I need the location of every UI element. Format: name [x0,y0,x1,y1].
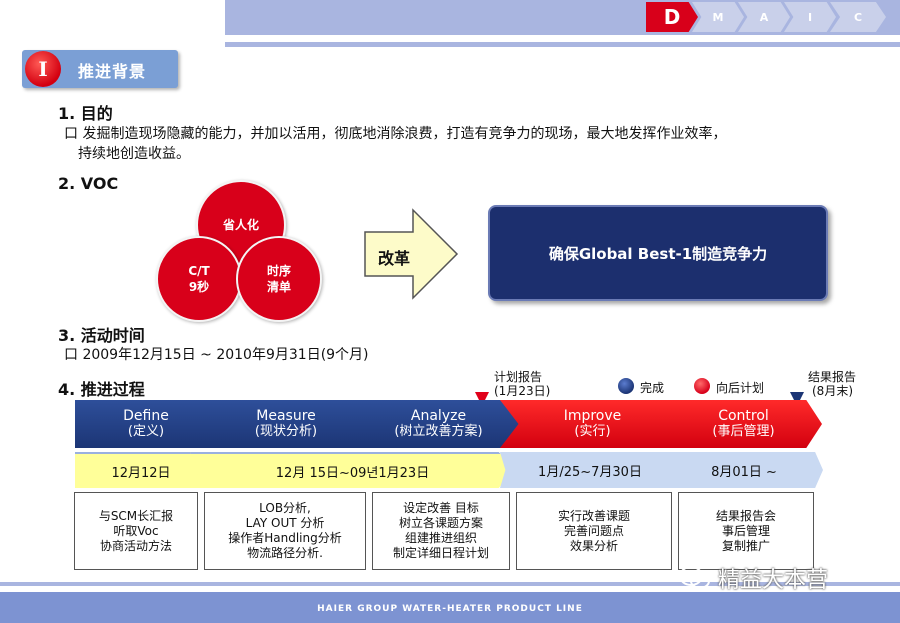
watermark: 精益大本营 [678,562,828,594]
voc-heading: 2. VOC [58,174,119,193]
milestone-result-date: (8月末) [812,384,853,398]
phase-improve: Improve (实行) [500,400,685,448]
phase-improve-en: Improve [563,408,622,424]
phase-measure-cn: (现状分析) [254,424,318,439]
legend-done-label: 完成 [640,381,665,395]
wechat-icon [679,566,710,589]
activity-item: 组建推进组织 [404,531,477,545]
activity-analyze: 设定改善 目标 树立各课题方案 组建推进组织 制定详细日程计划 [372,492,510,570]
voc-circle-ct-value: 9秒 [188,280,210,294]
phase-analyze-cn: (树立改善方案) [394,424,483,439]
date-control: 8月01日 ~ [665,452,823,488]
activity-item: 设定改善 目标 [403,501,479,515]
activity-item: 效果分析 [569,538,618,553]
dmaic-step-d: D [646,2,698,32]
purpose-line-2: 持续地创造收益。 [78,146,190,162]
milestone-result-title: 结果报告 [808,370,857,384]
milestone-plan-label: 计划报告 (1月23日) [494,370,550,398]
voc-circle-manpower-label: 省人化 [222,218,259,232]
legend-planned-dot [694,378,710,394]
activity-item: 与SCM长汇报 [98,508,174,523]
activity-item: 结果报告会 [715,508,776,523]
phase-define-cn: (定义) [127,424,165,439]
activity-item: 复制推广 [721,538,770,553]
milestone-result-label: 结果报告 (8月末) [808,370,856,398]
goal-box: 确保Global Best-1制造竞争力 [488,205,828,301]
date-define: 12月12日 [75,452,207,488]
phase-control: Control (事后管理) [665,400,822,448]
activity-item: 完善问题点 [563,523,624,538]
footer-text: HAIER GROUP WATER-HEATER PRODUCT LINE [317,604,583,614]
date-measure-analyze: 12月 15日~09년1月23日 [190,452,515,488]
phase-control-en: Control [718,408,769,424]
activity-item: 操作者Handling分析 [228,531,342,545]
section-number: I [25,51,61,87]
activity-item: LOB分析, [259,501,311,515]
activity-item: 物流路径分析. [247,546,323,560]
voc-circle-seq-line1: 时序 [266,264,291,278]
dmaic-step-c: C [830,2,886,32]
header-divider [225,42,900,47]
activity-item: 实行改善课题 [557,508,630,523]
voc-circle-sequence: 时序 清单 [236,236,322,322]
activity-item: 协商活动方法 [99,538,172,553]
activity-measure: LOB分析, LAY OUT 分析 操作者Handling分析 物流路径分析. [204,492,366,570]
legend-planned-label: 向后计划 [716,381,765,395]
dmaic-step-i: I [784,2,836,32]
phase-define: Define (定义) [75,400,217,448]
phase-control-cn: (事后管理) [712,424,775,439]
activity-control: 结果报告会 事后管理 复制推广 [678,492,814,570]
phase-define-en: Define [123,408,169,424]
voc-circle-ct-label: C/T [188,264,210,278]
date-improve: 1月/25~7月30日 [500,452,680,488]
legend-done-dot [618,378,634,394]
activity-item: LAY OUT 分析 [245,516,325,530]
schedule-heading: 3. 活动时间 [58,326,145,345]
watermark-text: 精益大本营 [718,568,829,593]
voc-circle-seq-line2: 清单 [266,280,291,294]
activity-item: 制定详细日程计划 [392,546,489,560]
section-title: 推进背景 [78,62,147,81]
dmaic-progress: D M A I C [646,2,890,32]
milestone-plan-title: 计划报告 [494,370,543,384]
dmaic-step-m: M [692,2,744,32]
process-heading: 4. 推进过程 [58,380,145,399]
activity-item: 树立各课题方案 [398,516,483,530]
phase-analyze: Analyze (树立改善方案) [356,400,521,448]
milestone-plan-date: (1月23日) [494,384,551,398]
activity-define: 与SCM长汇报 听取Voc 协商活动方法 [74,492,198,570]
phase-improve-cn: (实行) [574,424,611,439]
activity-item: 听取Voc [113,523,159,538]
voc-circle-cycle-time: C/T 9秒 [156,236,242,322]
purpose-line-1: 口 发掘制造现场隐藏的能力，并加以活用，彻底地消除浪费，打造有竞争力的现场，最大… [64,126,727,142]
activity-item: 事后管理 [721,523,770,538]
purpose-heading: 1. 目的 [58,104,113,123]
reform-label: 改革 [378,249,411,268]
phase-measure: Measure (现状分析) [196,400,376,448]
phase-analyze-en: Analyze [410,408,467,424]
activity-improve: 实行改善课题 完善问题点 效果分析 [516,492,672,570]
phase-measure-en: Measure [256,408,316,424]
schedule-period: 口 2009年12月15日 ~ 2010年9月31日(9个月) [64,347,369,363]
dmaic-step-a: A [738,2,790,32]
